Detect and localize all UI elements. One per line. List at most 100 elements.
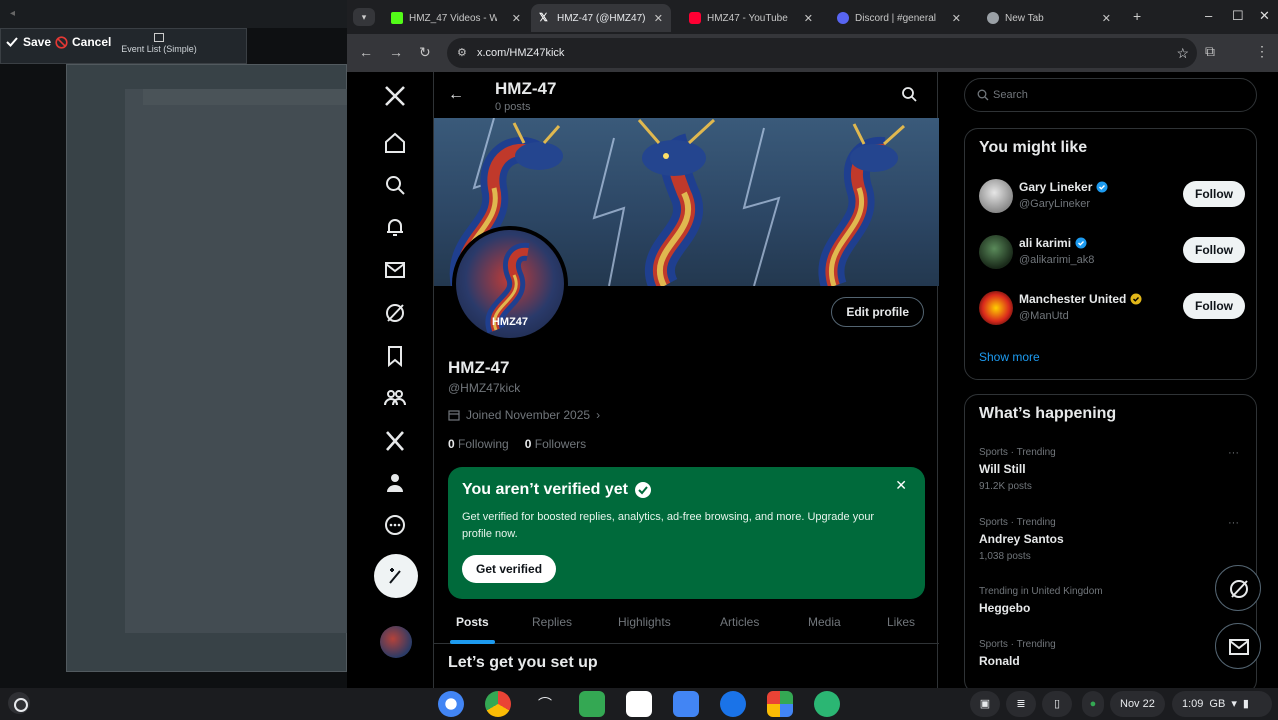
suggestion-item[interactable]: Manchester United @ManUtd Follow [979,289,1245,329]
follow-button[interactable]: Follow [1183,237,1245,263]
who-to-follow-card: You might like Gary Lineker @GaryLineker… [964,128,1257,380]
site-info-icon[interactable]: ⚙ [457,46,467,59]
new-tab-plus-icon[interactable]: + [1133,8,1141,24]
tab-highlights[interactable]: Highlights [618,615,671,629]
tab-media[interactable]: Media [808,615,841,629]
close-icon[interactable]: ✕ [512,12,521,25]
docs-icon[interactable] [673,691,699,717]
profile-avatar[interactable]: HMZ47 [452,226,568,342]
back-icon[interactable]: ← [359,44,373,60]
tab-posts[interactable]: Posts [456,615,489,629]
chrome-app-icon[interactable] [485,691,511,717]
more-dots-icon[interactable]: ··· [1228,447,1239,459]
premium-x-icon[interactable] [383,429,407,453]
x-logo-icon[interactable] [383,84,407,108]
get-verified-button[interactable]: Get verified [462,555,557,583]
status-tray[interactable]: 1:09 GB ▾ ▮ [1172,691,1272,717]
search-input[interactable]: Search [964,78,1257,112]
grok-icon[interactable] [383,301,407,325]
launcher-icon[interactable] [8,692,30,714]
close-icon[interactable]: ✕ [1102,12,1111,25]
extensions-icon[interactable]: ⧉ [1205,43,1215,60]
avatar [979,235,1013,269]
suggestion-item[interactable]: Gary Lineker @GaryLineker Follow [979,177,1245,217]
follow-button[interactable]: Follow [1183,181,1245,207]
event-list-button[interactable]: Event List (Simple) [113,33,205,54]
trend-item[interactable]: Sports · Trending Will Still 91.2K posts… [979,447,1245,497]
play-store-icon[interactable] [767,691,793,717]
messages-floating-button[interactable] [1215,623,1261,669]
chromeos-shelf: ⌒ ▣ ≣ ▯ ● Nov 22 1:09 GB ▾ ▮ [0,688,1278,720]
close-icon[interactable]: ✕ [952,12,961,25]
minimize-icon[interactable]: – [1205,8,1212,23]
suggestion-name-row: Gary Lineker [1019,180,1108,194]
close-icon[interactable]: ✕ [654,12,663,25]
back-arrow-icon[interactable]: ← [448,86,464,104]
save-button[interactable]: Save [5,35,51,49]
following-link[interactable]: 0 Following [448,437,509,451]
android-app-icon[interactable] [814,691,840,717]
follow-button[interactable]: Follow [1183,293,1245,319]
address-bar[interactable]: ⚙ x.com/HMZ47kick ☆ [447,38,1197,68]
show-more-link[interactable]: Show more [979,350,1040,364]
trend-item[interactable]: Sports · Trending Andrey Santos 1,038 po… [979,517,1245,567]
notifications-bell-icon[interactable] [383,215,407,239]
phone-hub-icon[interactable]: ▯ [1042,691,1072,717]
communities-icon[interactable] [383,386,407,410]
tab-likes[interactable]: Likes [887,615,915,629]
close-icon[interactable]: ✕ [895,477,907,494]
back-arrow-icon[interactable]: ◂ [10,8,15,19]
assistant-icon[interactable] [438,691,464,717]
x-sidebar-nav [347,72,433,688]
tab-new-tab[interactable]: New Tab ✕ [979,4,1119,32]
clipboard-tray-icon[interactable]: ≣ [1006,691,1036,717]
more-options-icon[interactable] [383,513,407,537]
chrome-menu-icon[interactable]: ⋮ [1255,43,1269,60]
close-icon[interactable]: ✕ [804,12,813,25]
more-dots-icon[interactable]: ··· [1228,517,1239,529]
edit-profile-button[interactable]: Edit profile [831,297,924,327]
tab-kick[interactable]: HMZ_47 Videos - W ✕ [383,4,529,32]
cast-icon[interactable]: ⌒ [532,691,558,717]
suggestion-item[interactable]: ali karimi @alikarimi_ak8 Follow [979,233,1245,273]
window-close-icon[interactable]: ✕ [1259,8,1270,24]
suggestion-handle: @GaryLineker [1019,198,1091,210]
reload-icon[interactable]: ↻ [419,44,431,61]
apps-grid-icon[interactable] [579,691,605,717]
editor-inner-panel [125,89,347,633]
explore-search-icon[interactable] [383,173,407,197]
grok-floating-button[interactable] [1215,565,1261,611]
compose-post-button[interactable] [374,554,418,598]
trend-context: Sports · Trending [979,639,1056,650]
account-avatar[interactable] [380,626,412,658]
recording-dot-icon[interactable]: ● [1082,691,1104,717]
tab-youtube[interactable]: HMZ47 - YouTube ✕ [681,4,821,32]
avatar-watermark: HMZ47 [491,316,529,328]
tab-articles[interactable]: Articles [720,615,759,629]
right-sidebar: Search You might like Gary Lineker @Gary… [964,72,1259,688]
search-icon[interactable] [901,86,917,102]
trend-item[interactable]: Trending in United Kingdom Heggebo [979,586,1245,636]
tab-search-button[interactable]: ▾ [353,8,375,26]
screen: ◂ Save Cancel Event List (Simple) ▾ HMZ_… [0,0,1278,720]
profile-person-icon[interactable] [383,471,407,495]
messages-app-icon[interactable] [720,691,746,717]
maximize-icon[interactable]: ☐ [1232,8,1244,24]
gold-verified-badge-icon [1130,293,1142,305]
trend-item[interactable]: Sports · Trending Ronald [979,639,1245,688]
gmail-icon[interactable] [626,691,652,717]
followers-link[interactable]: 0 Followers [525,437,586,451]
screenshot-tray-icon[interactable]: ▣ [970,691,1000,717]
joined-date[interactable]: Joined November 2025 › [448,408,600,422]
bookmarks-icon[interactable] [383,344,407,368]
cancel-button[interactable]: Cancel [55,35,111,49]
editor-canvas[interactable] [66,64,347,672]
tab-x-profile[interactable]: 𝕏 HMZ-47 (@HMZ47) ✕ [531,4,671,32]
home-icon[interactable] [383,131,407,155]
messages-envelope-icon[interactable] [383,258,407,282]
forward-icon[interactable]: → [389,44,403,60]
tab-replies[interactable]: Replies [532,615,572,629]
bookmark-star-icon[interactable]: ☆ [1176,45,1189,62]
tab-discord[interactable]: Discord | #general ✕ [829,4,969,32]
date-tray[interactable]: Nov 22 [1110,691,1165,717]
